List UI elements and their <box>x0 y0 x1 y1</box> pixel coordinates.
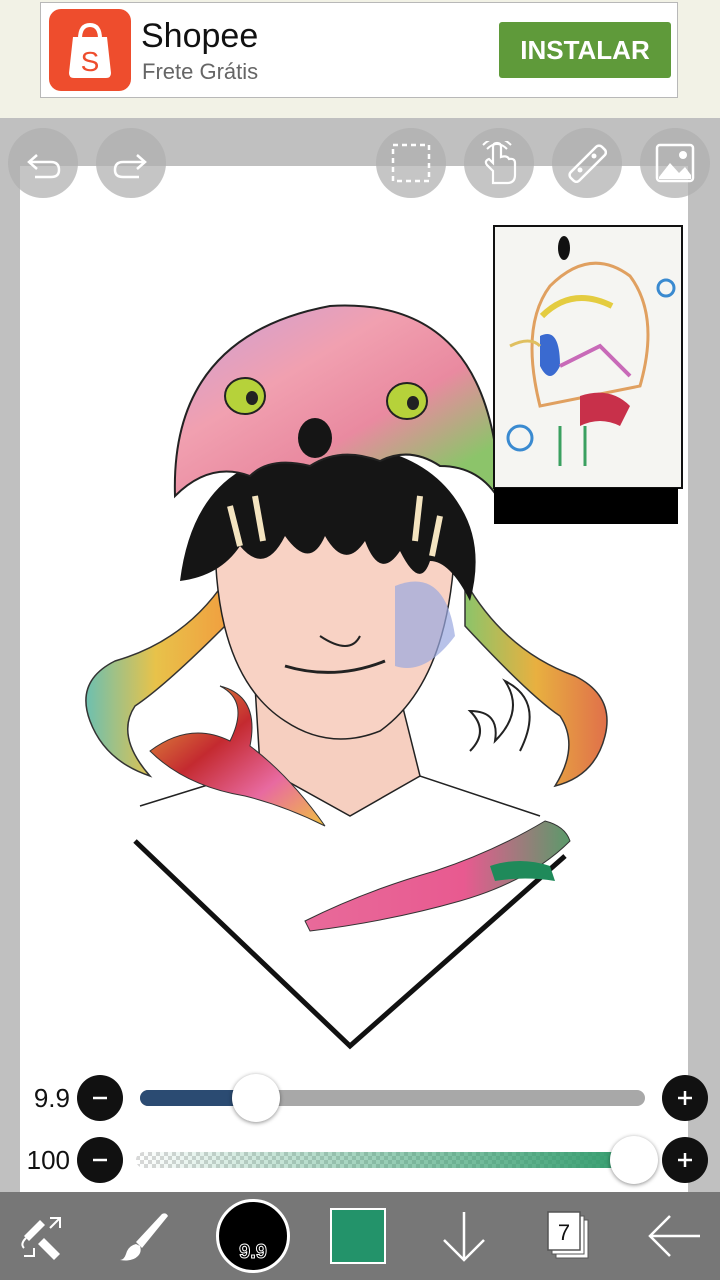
shopee-logo: S <box>49 9 131 91</box>
selection-icon <box>391 143 431 183</box>
brush-size-plus-button[interactable] <box>662 1075 708 1121</box>
plus-icon <box>678 1091 692 1105</box>
transform-tools-button[interactable] <box>4 1192 84 1280</box>
ad-subtitle: Frete Grátis <box>142 59 259 84</box>
selection-button[interactable] <box>376 128 446 198</box>
ad-box[interactable]: S Shopee Frete Grátis INSTALAR <box>40 2 678 98</box>
ad-title: Shopee <box>141 17 259 55</box>
redo-button[interactable] <box>96 128 166 198</box>
image-icon <box>655 143 695 183</box>
opacity-plus-button[interactable] <box>662 1137 708 1183</box>
brush-icon <box>120 1213 168 1261</box>
back-button[interactable] <box>634 1192 714 1280</box>
plus-icon <box>678 1153 692 1167</box>
image-button[interactable] <box>640 128 710 198</box>
ruler-icon <box>568 144 607 183</box>
brush-size-slider: 9.9 <box>0 1071 720 1125</box>
minus-icon <box>93 1096 107 1100</box>
ad-banner: S Shopee Frete Grátis INSTALAR <box>0 0 720 118</box>
layers-button[interactable]: 7 <box>528 1192 608 1280</box>
layers-icon: 7 <box>547 1211 589 1259</box>
opacity-slider: 100 <box>0 1133 720 1187</box>
layer-count: 7 <box>558 1220 570 1245</box>
opacity-value: 100 <box>26 1145 70 1175</box>
transform-tools-icon <box>21 1217 61 1260</box>
brush-size-track[interactable] <box>140 1090 645 1106</box>
hand-touch-icon <box>482 141 517 185</box>
brush-size-value: 9.9 <box>33 1083 70 1113</box>
color-swatch <box>330 1208 386 1264</box>
undo-button[interactable] <box>8 128 78 198</box>
undo-icon <box>27 154 61 179</box>
workspace[interactable] <box>0 118 720 1230</box>
bottom-toolbar: 9.9 7 <box>0 1192 720 1280</box>
redo-icon <box>113 154 147 179</box>
minus-icon <box>93 1158 107 1162</box>
svg-text:S: S <box>81 46 100 77</box>
opacity-thumb[interactable] <box>610 1136 658 1184</box>
opacity-fill <box>136 1152 646 1168</box>
brush-size-minus-button[interactable] <box>77 1075 123 1121</box>
download-arrow-icon <box>443 1212 485 1262</box>
color-swatch-button[interactable] <box>318 1192 398 1280</box>
opacity-track[interactable] <box>136 1152 646 1168</box>
brush-preview-label: 9.9 <box>239 1241 268 1264</box>
download-button[interactable] <box>424 1192 504 1280</box>
hand-tool-button[interactable] <box>464 128 534 198</box>
brush-preview[interactable]: 9.9 <box>210 1192 296 1280</box>
ruler-button[interactable] <box>552 128 622 198</box>
install-button[interactable]: INSTALAR <box>499 22 671 78</box>
brush-tool-button[interactable] <box>106 1192 186 1280</box>
opacity-minus-button[interactable] <box>77 1137 123 1183</box>
brush-size-thumb[interactable] <box>232 1074 281 1122</box>
brush-preview-circle: 9.9 <box>216 1199 290 1273</box>
back-arrow-icon <box>648 1215 700 1257</box>
